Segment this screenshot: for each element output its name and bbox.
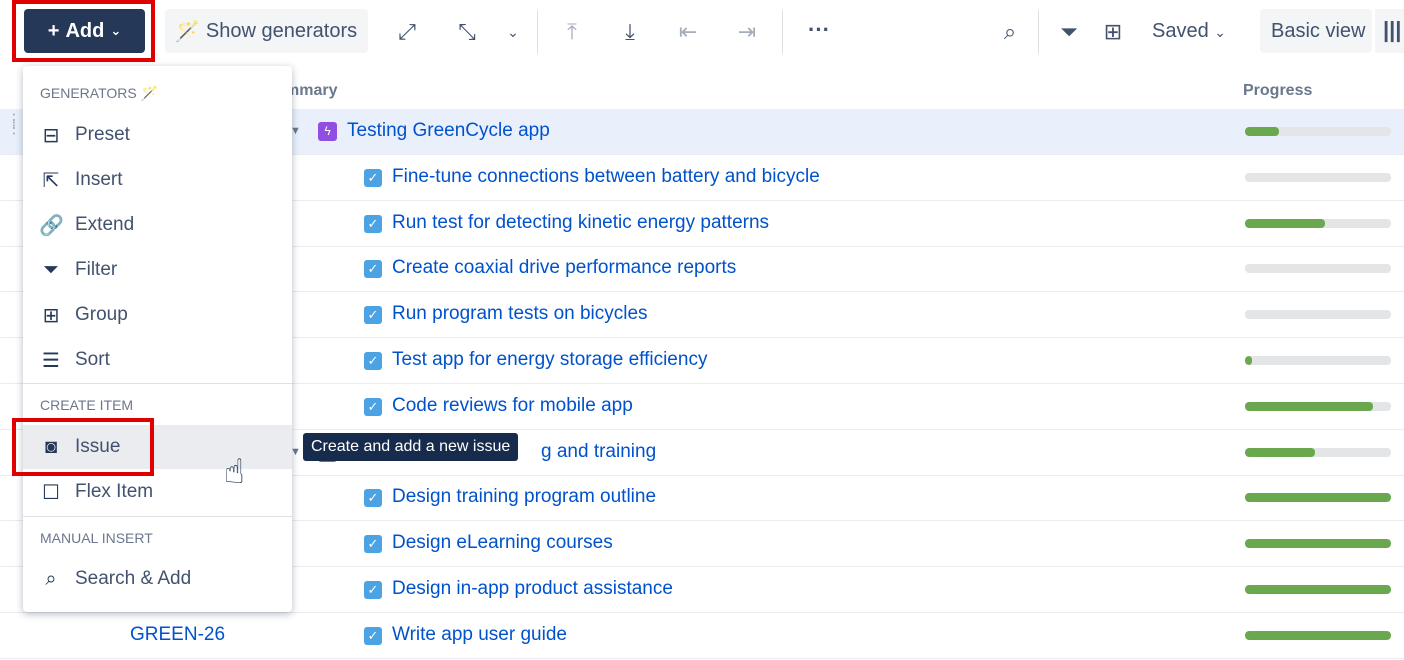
item-title[interactable]: Design in-app product assistance — [392, 578, 673, 600]
progress-fill — [1245, 401, 1374, 411]
flex-item-icon: ☐ — [42, 481, 60, 504]
task-icon: ✓ — [364, 306, 382, 325]
menu-item-group[interactable]: ⊞ Group — [23, 293, 292, 337]
progress-bar — [1245, 218, 1391, 228]
search-icon: ⌕ — [45, 567, 57, 590]
column-header-progress[interactable]: Progress — [1243, 82, 1312, 100]
show-generators-button[interactable]: 🪄 Show generators — [165, 9, 368, 53]
progress-fill — [1245, 585, 1391, 594]
progress-bar — [1245, 264, 1391, 274]
toolbox-icon: ⊟ — [42, 124, 60, 147]
table-row[interactable]: GREEN-26 ✓ Write app user guide — [0, 613, 1404, 659]
progress-bar — [1245, 447, 1391, 457]
task-icon: ✓ — [364, 168, 382, 187]
item-title[interactable]: Run program tests on bicycles — [392, 303, 648, 325]
item-title[interactable]: Design training program outline — [392, 486, 656, 508]
menu-item-flex-item[interactable]: ☐ Flex Item — [23, 470, 292, 514]
link-icon: 🔗 — [39, 214, 64, 237]
issue-key[interactable]: GREEN-26 — [130, 624, 225, 646]
magic-wand-icon: 🪄 — [140, 85, 159, 101]
progress-bar — [1245, 539, 1391, 549]
menu-item-search-add[interactable]: ⌕ Search & Add — [23, 557, 292, 601]
sort-icon: ☰ — [42, 349, 60, 372]
group-icon[interactable]: ⊞ — [1099, 18, 1127, 46]
progress-bar — [1245, 310, 1391, 320]
progress-bar — [1245, 127, 1391, 136]
create-item-section-header: CREATE ITEM — [40, 397, 134, 413]
item-title[interactable]: Fine-tune connections between battery an… — [392, 166, 820, 188]
more-icon[interactable]: ··· — [804, 16, 834, 44]
magic-wand-icon: 🪄 — [175, 20, 200, 43]
task-icon: ✓ — [364, 581, 382, 599]
progress-fill — [1245, 539, 1391, 549]
task-icon: ✓ — [364, 214, 382, 233]
column-header-summary[interactable]: mmary — [285, 82, 337, 100]
item-title[interactable]: Testing GreenCycle app — [347, 120, 550, 142]
progress-bar — [1245, 401, 1391, 411]
epic-icon: ϟ — [318, 122, 337, 141]
progress-fill — [1245, 127, 1279, 136]
collapse-icon[interactable]: ⤡ — [452, 18, 482, 46]
filter-icon: ⏷ — [43, 258, 59, 281]
item-title[interactable]: Run test for detecting kinetic energy pa… — [392, 212, 769, 234]
tooltip: Create and add a new issue — [303, 433, 519, 461]
progress-fill — [1245, 218, 1326, 228]
add-dropdown-menu: GENERATORS 🪄 ⊟ Preset ⇱ Insert 🔗 Extend ⏷ Filte… — [23, 66, 292, 612]
progress-bar — [1245, 172, 1391, 182]
item-title[interactable]: g and training — [541, 441, 656, 463]
progress-fill — [1245, 447, 1316, 457]
generators-section-header: GENERATORS 🪄 — [40, 85, 159, 101]
chevron-down-icon[interactable]: ⌄ — [502, 18, 524, 46]
group-icon: ⊞ — [42, 304, 60, 327]
item-title[interactable]: Create coaxial drive performance reports — [392, 257, 736, 279]
task-icon: ✓ — [364, 397, 382, 416]
item-title[interactable]: Test app for energy storage efficiency — [392, 349, 707, 371]
highlight-box — [12, 0, 155, 62]
move-down-icon[interactable]: ⤓ — [618, 18, 642, 46]
indent-icon[interactable]: ⇥ — [735, 18, 759, 46]
chevron-down-icon: ⌄ — [1214, 24, 1227, 40]
basic-view-button[interactable]: Basic view — [1260, 9, 1372, 53]
progress-fill — [1245, 356, 1253, 365]
move-up-icon[interactable]: ⤒ — [560, 18, 584, 46]
progress-bar — [1245, 585, 1391, 594]
menu-item-filter[interactable]: ⏷ Filter — [23, 248, 292, 292]
menu-item-extend[interactable]: 🔗 Extend — [23, 203, 292, 247]
task-icon: ✓ — [364, 352, 382, 370]
columns-icon[interactable]: ||| — [1375, 9, 1404, 53]
search-icon[interactable]: ⌕ — [996, 18, 1024, 46]
insert-icon: ⇱ — [42, 169, 60, 192]
item-title[interactable]: Write app user guide — [392, 624, 567, 646]
expand-icon[interactable]: ⤢ — [392, 18, 422, 46]
task-icon: ✓ — [364, 626, 382, 645]
toolbar: + Add ⌄ 🪄 Show generators ⤢ ⤡ ⌄ ⤒ ⤓ ⇤ ⇥ ···… — [0, 0, 1404, 64]
outdent-icon[interactable]: ⇤ — [676, 18, 700, 46]
menu-item-insert[interactable]: ⇱ Insert — [23, 158, 292, 202]
task-icon: ✓ — [364, 489, 382, 508]
menu-item-sort[interactable]: ☰ Sort — [23, 338, 292, 382]
hand-cursor-icon: ☝ — [224, 453, 245, 491]
progress-fill — [1245, 630, 1391, 640]
filter-icon[interactable]: ⏷ — [1055, 18, 1083, 46]
progress-bar — [1245, 356, 1391, 365]
manual-insert-section-header: MANUAL INSERT — [40, 530, 153, 546]
progress-fill — [1245, 493, 1391, 503]
progress-bar — [1245, 630, 1391, 640]
saved-dropdown[interactable]: Saved ⌄ — [1152, 20, 1226, 43]
highlight-box — [12, 418, 154, 476]
menu-item-preset[interactable]: ⊟ Preset — [23, 113, 292, 157]
task-icon: ✓ — [364, 260, 382, 279]
item-title[interactable]: Design eLearning courses — [392, 532, 613, 554]
progress-bar — [1245, 493, 1391, 503]
item-title[interactable]: Code reviews for mobile app — [392, 395, 633, 417]
task-icon: ✓ — [364, 535, 382, 554]
